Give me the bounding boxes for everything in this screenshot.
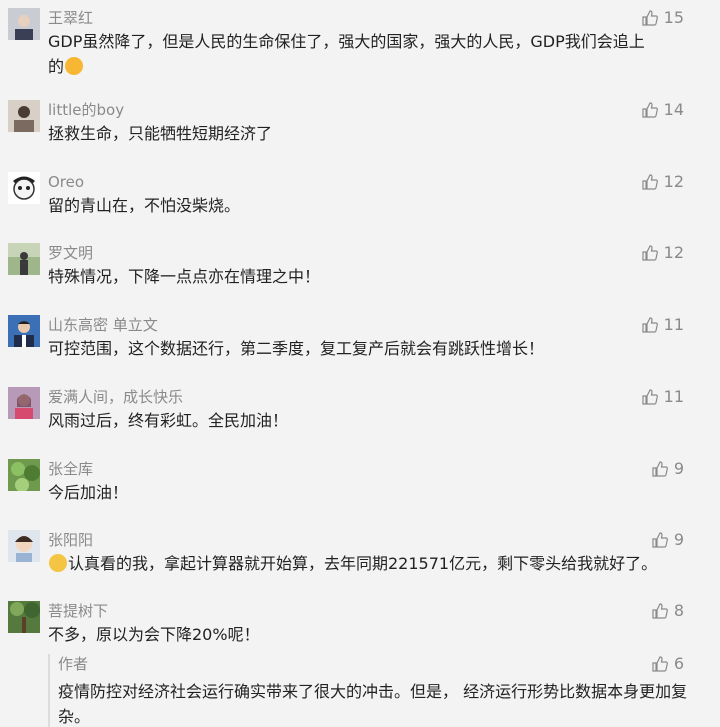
- comment-text-part: ，GDP我们会追上: [514, 32, 645, 51]
- like-button[interactable]: 9: [652, 530, 684, 550]
- comment-text: 可控范围，这个数据还行，第二季度，复工复产后就会有跳跃性增长！: [48, 339, 545, 358]
- avatar[interactable]: [8, 530, 40, 562]
- author-reply-text: 疫情防控对经济社会运行确实带来了很大的冲击。但是， 经济运行形势比数据本身更加复…: [58, 682, 688, 726]
- thumbs-up-icon: [642, 389, 658, 405]
- author-reply: 作者 疫情防控对经济社会运行确实带来了很大的冲击。但是， 经济运行形势比数据本身…: [48, 654, 688, 727]
- like-button[interactable]: 8: [652, 601, 684, 621]
- like-count: 12: [663, 243, 684, 262]
- thumbs-up-icon: [642, 10, 658, 26]
- comment-text-part: 的: [48, 57, 65, 76]
- commenter-name[interactable]: 王翠红: [48, 8, 93, 28]
- comment-text: 拯救生命，只能牺牲短期经济了: [48, 124, 273, 143]
- wow-emoji-icon: [65, 57, 84, 75]
- like-button[interactable]: 15: [642, 8, 684, 28]
- commenter-name[interactable]: 山东高密 单立文: [48, 315, 158, 335]
- avatar[interactable]: [8, 100, 40, 132]
- smile-emoji-icon: [49, 554, 67, 572]
- like-button[interactable]: 12: [642, 172, 684, 192]
- like-count: 9: [673, 530, 684, 549]
- commenter-name[interactable]: 张全库: [48, 459, 93, 479]
- avatar[interactable]: [8, 387, 40, 419]
- like-count: 9: [673, 459, 684, 478]
- like-button[interactable]: 12: [642, 243, 684, 263]
- like-count: 11: [663, 315, 684, 334]
- comment-text: 今后加油！: [48, 483, 129, 502]
- like-button[interactable]: 11: [642, 387, 684, 407]
- like-button[interactable]: 11: [642, 315, 684, 335]
- thumbs-up-icon: [642, 174, 658, 190]
- commenter-name[interactable]: 张阳阳: [48, 530, 93, 550]
- comment-text: 不多，原以为会下降20%呢！: [48, 625, 260, 644]
- thumbs-up-icon: [642, 245, 658, 261]
- like-count: 15: [663, 8, 684, 27]
- like-count: 6: [673, 654, 684, 673]
- avatar[interactable]: [8, 8, 40, 40]
- commenter-name[interactable]: 罗文明: [48, 243, 93, 263]
- comment-text: GDP虽然降了，但是人民的生命保住了，强大的国家，强大的人民，GDP我们会追上 …: [48, 29, 690, 79]
- thumbs-up-icon: [652, 603, 668, 619]
- comment-text: 认真看的我，拿起计算器就开始算，去年同期221571亿元，剩下零头给我就好了。: [48, 551, 690, 576]
- comment-text: 留的青山在，不怕没柴烧。: [48, 196, 241, 215]
- avatar[interactable]: [8, 315, 40, 347]
- commenter-name[interactable]: 菩提树下: [48, 601, 108, 621]
- thumbs-up-icon: [652, 461, 668, 477]
- like-count: 11: [663, 387, 684, 406]
- thumbs-up-icon: [652, 532, 668, 548]
- commenter-name[interactable]: little的boy: [48, 100, 124, 120]
- comment-text: 特殊情况，下降一点点亦在情理之中！: [48, 267, 321, 286]
- like-button[interactable]: 9: [652, 459, 684, 479]
- like-count: 12: [663, 172, 684, 191]
- thumbs-up-icon: [642, 317, 658, 333]
- comment-text: 风雨过后，终有彩虹。全民加油！: [48, 411, 289, 430]
- thumbs-up-icon: [652, 656, 668, 672]
- commenter-name[interactable]: 爱满人间，成长快乐: [48, 387, 183, 407]
- like-button[interactable]: 14: [642, 100, 684, 120]
- like-count: 8: [673, 601, 684, 620]
- comment-text-part: GDP虽然降了，但是人民的生命保住了，强大的国家，强大的人民: [48, 32, 515, 51]
- comment-text-part: 认真看的我，拿起计算器就开始算，去年同期221571亿元，剩下零头给我就好了。: [68, 554, 658, 573]
- avatar[interactable]: [8, 243, 40, 275]
- like-count: 14: [663, 100, 684, 119]
- commenter-name[interactable]: Oreo: [48, 172, 84, 192]
- avatar[interactable]: [8, 459, 40, 491]
- thumbs-up-icon: [642, 102, 658, 118]
- author-name: 作者: [58, 655, 89, 673]
- avatar[interactable]: [8, 601, 40, 633]
- author-like-button[interactable]: 6: [652, 654, 684, 674]
- avatar[interactable]: [8, 172, 40, 204]
